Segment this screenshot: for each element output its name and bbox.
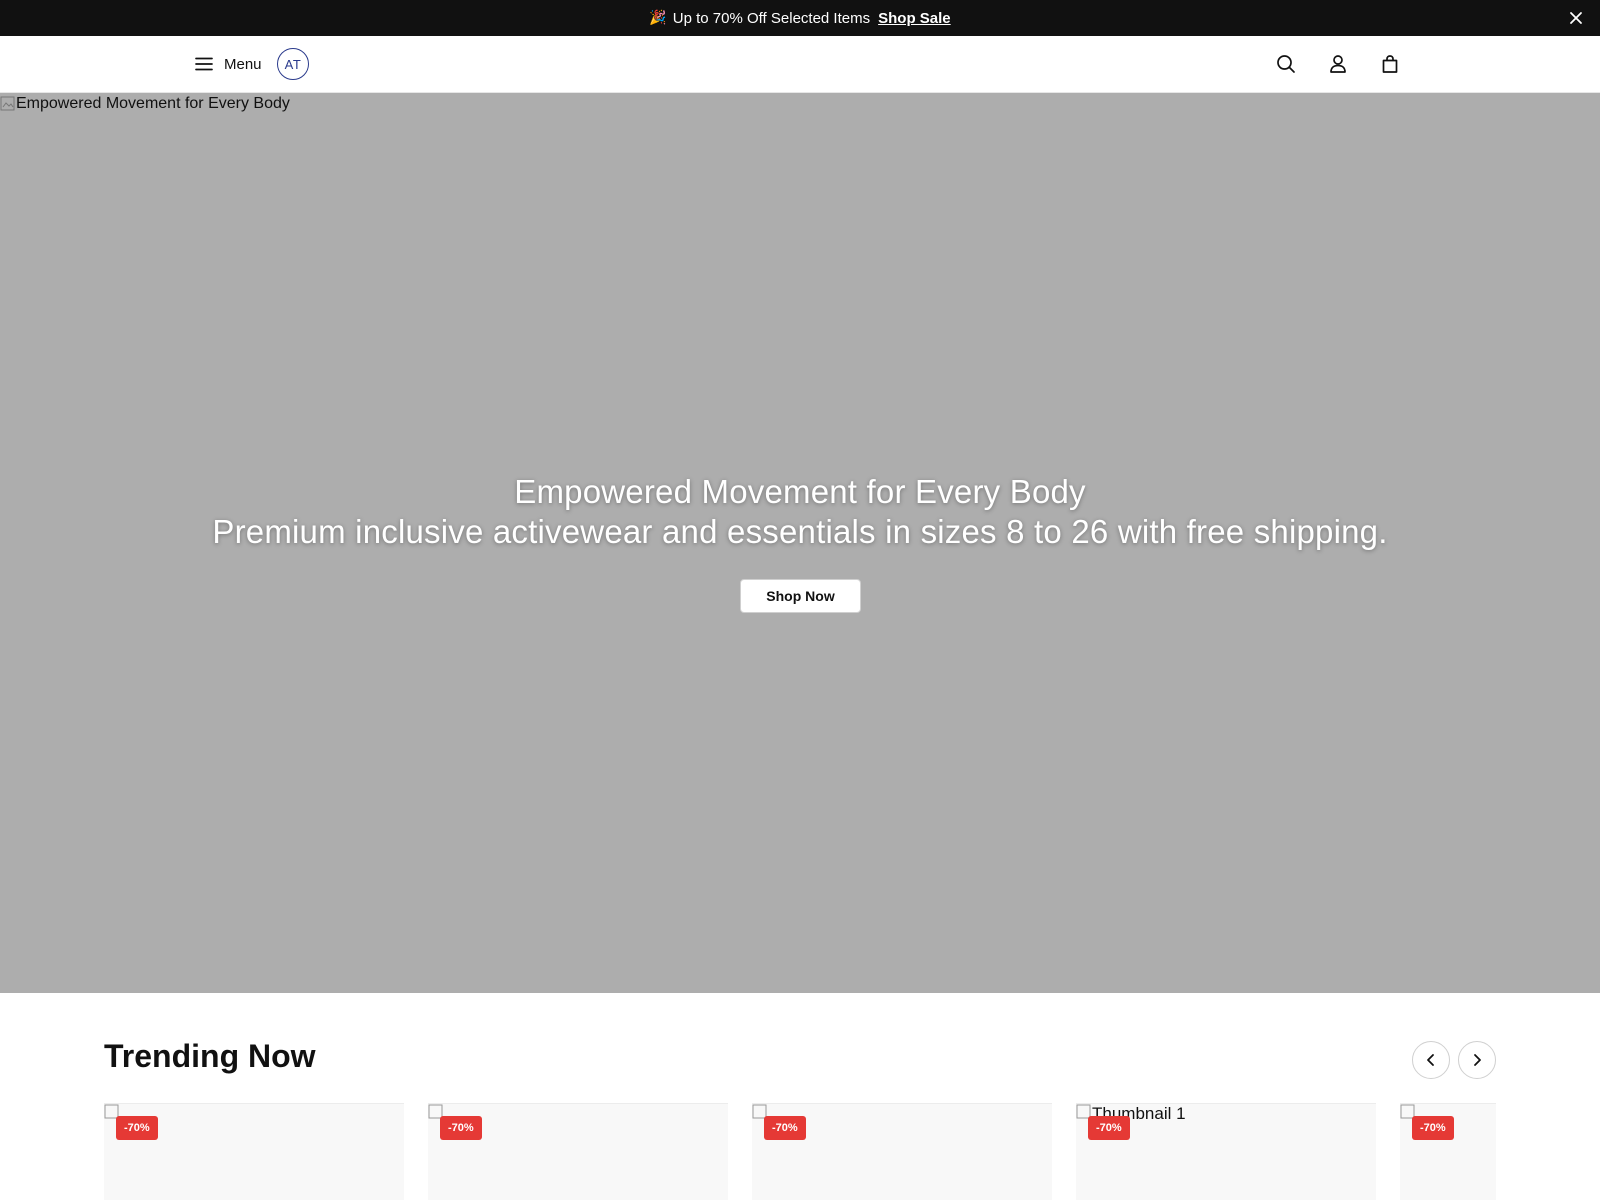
discount-badge: -70%: [440, 1116, 482, 1140]
trending-title: Trending Now: [104, 1038, 316, 1074]
hero-title: Empowered Movement for Every Body: [514, 473, 1086, 510]
product-card[interactable]: -70%: [1400, 1103, 1496, 1200]
chevron-left-icon: [1427, 1054, 1434, 1066]
chevron-right-icon: [1474, 1054, 1481, 1066]
discount-badge: -70%: [1412, 1116, 1454, 1140]
product-card[interactable]: -70%: [752, 1103, 1052, 1200]
hero-image: Empowered Movement for Every Body: [0, 95, 290, 113]
brand-logo[interactable]: AT: [277, 48, 309, 80]
party-popper-icon: 🎉: [649, 10, 667, 26]
discount-badge: -70%: [1088, 1116, 1130, 1140]
product-card[interactable]: -70%: [104, 1103, 404, 1200]
product-card[interactable]: -70%: [428, 1103, 728, 1200]
hero-banner: Empowered Movement for Every Body Empowe…: [0, 93, 1600, 993]
carousel-prev-button[interactable]: [1412, 1041, 1450, 1079]
discount-badge: -70%: [764, 1116, 806, 1140]
close-icon[interactable]: [1566, 8, 1586, 28]
main-nav: Menu AT: [0, 36, 1600, 93]
product-card[interactable]: Thumbnail 1 -70%: [1076, 1103, 1376, 1200]
search-icon[interactable]: [1275, 53, 1297, 75]
bag-icon[interactable]: [1379, 53, 1401, 75]
announcement-text: Up to 70% Off Selected Items: [672, 9, 871, 27]
account-icon[interactable]: [1327, 53, 1349, 75]
hero-subtitle: Premium inclusive activewear and essenti…: [212, 513, 1388, 550]
announcement-bar: 🎉 Up to 70% Off Selected Items Shop Sale: [0, 0, 1600, 36]
menu-icon: [195, 57, 213, 71]
shop-now-button[interactable]: Shop Now: [740, 579, 861, 613]
discount-badge: -70%: [116, 1116, 158, 1140]
broken-image-icon: [0, 96, 15, 111]
carousel-next-button[interactable]: [1458, 1041, 1496, 1079]
product-carousel: -70% -70% -70% Thumbnail 1 -70% -70%: [104, 1103, 1496, 1200]
menu-button[interactable]: Menu: [194, 50, 262, 78]
menu-label: Menu: [224, 55, 262, 73]
shop-sale-link[interactable]: Shop Sale: [878, 10, 951, 27]
hero-image-alt: Empowered Movement for Every Body: [16, 95, 290, 112]
